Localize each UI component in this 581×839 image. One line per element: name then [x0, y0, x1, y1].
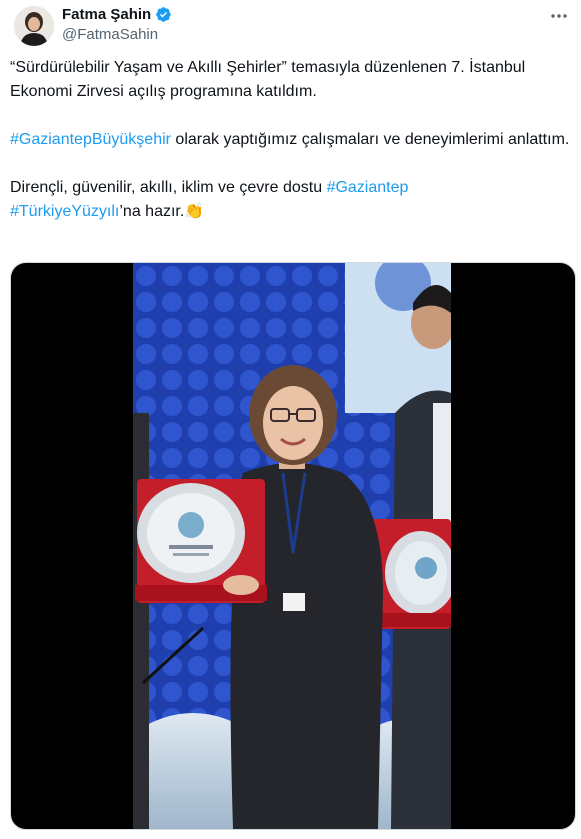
avatar-image — [14, 6, 54, 46]
tweet-paragraph-2-text: olarak yaptığımız çalışmaları ve deneyim… — [170, 131, 570, 148]
avatar[interactable] — [14, 6, 54, 46]
author-names: Fatma Şahin @FatmaSahin — [62, 4, 172, 43]
hashtag-gaziantep-buyuksehir[interactable]: #GaziantepBüyükşehir — [10, 131, 171, 148]
hashtag-turkiye-yuzyili[interactable]: #TürkiyeYüzyılı — [10, 203, 119, 220]
tweet[interactable]: Fatma Şahin @FatmaSahin “Sürdürülebilir … — [0, 0, 581, 839]
more-options-icon[interactable] — [547, 8, 571, 24]
video-still-image — [133, 263, 451, 829]
tweet-text: “Sürdürülebilir Yaşam ve Akıllı Şehirler… — [10, 56, 570, 248]
display-name[interactable]: Fatma Şahin — [62, 6, 151, 23]
tweet-paragraph-2: #GaziantepBüyükşehir olarak yaptığımız ç… — [10, 128, 570, 152]
video-player[interactable] — [10, 262, 576, 830]
video-frame — [133, 263, 451, 829]
tweet-paragraph-3: Dirençli, güvenilir, akıllı, iklim ve çe… — [10, 176, 570, 224]
tweet-paragraph-3-end: ’na hazır. — [119, 203, 185, 220]
clapping-hands-emoji: 👏 — [184, 203, 205, 220]
handle[interactable]: @FatmaSahin — [62, 26, 172, 43]
tweet-paragraph-3-text: Dirençli, güvenilir, akıllı, iklim ve çe… — [10, 179, 327, 196]
verified-badge-icon — [155, 6, 172, 23]
tweet-header: Fatma Şahin @FatmaSahin — [8, 4, 573, 46]
hashtag-gaziantep[interactable]: #Gaziantep — [327, 179, 409, 196]
tweet-paragraph-1: “Sürdürülebilir Yaşam ve Akıllı Şehirler… — [10, 59, 526, 100]
